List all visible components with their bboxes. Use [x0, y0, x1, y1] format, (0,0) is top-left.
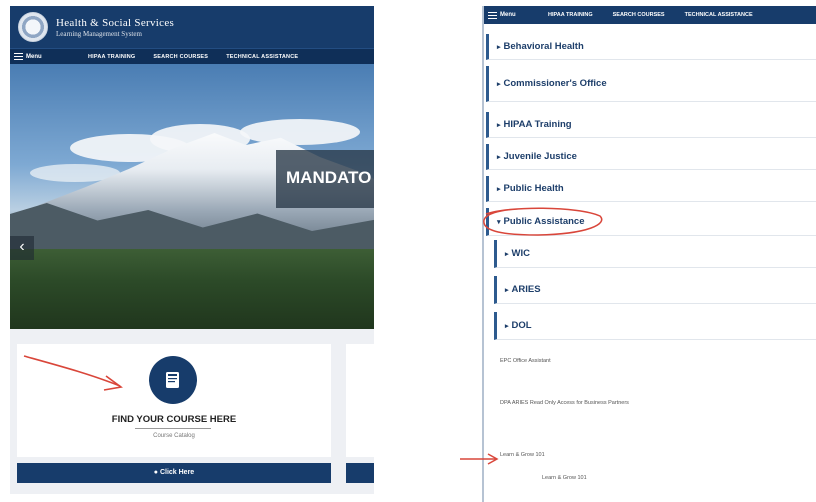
accordion-label: Public Health: [503, 183, 564, 194]
sub-course-learn-grow[interactable]: Learn & Grow 101: [542, 475, 587, 481]
menu-label: Menu: [26, 53, 42, 60]
accordion-label: Public Assistance: [503, 216, 585, 227]
accordion-public-health[interactable]: ▸ Public Health: [486, 176, 816, 202]
course-catalog-screenshot: Menu HIPAA TRAINING SEARCH COURSES TECHN…: [482, 6, 816, 502]
course-link-dpa-aries[interactable]: DPA ARIES Read Only Access for Business …: [500, 400, 629, 406]
sub-accordion-dol[interactable]: ▸ DOL: [494, 312, 816, 340]
nav-search-courses[interactable]: SEARCH COURSES: [613, 12, 665, 18]
book-icon: [149, 356, 197, 404]
accordion-label: Behavioral Health: [503, 41, 584, 52]
nav-hipaa-training[interactable]: HIPAA TRAINING: [88, 54, 135, 60]
chevron-icon: ▸: [497, 153, 501, 161]
course-link-learn-grow[interactable]: Learn & Grow 101: [500, 452, 545, 458]
accordion-behavioral-health[interactable]: ▸ Behavioral Health: [486, 34, 816, 60]
sub-accordion-aries[interactable]: ▸ ARIES: [494, 276, 816, 304]
catalog-nav: Menu HIPAA TRAINING SEARCH COURSES TECHN…: [484, 6, 816, 24]
lms-home-screenshot: Health & Social Services Learning Manage…: [10, 6, 374, 494]
second-card-button[interactable]: [346, 463, 374, 483]
card-title: FIND YOUR COURSE HERE: [111, 414, 237, 425]
nav-hipaa-training[interactable]: HIPAA TRAINING: [548, 12, 593, 18]
accordion-hipaa-training[interactable]: ▸ HIPAA Training: [486, 112, 816, 138]
site-header: Health & Social Services Learning Manage…: [10, 6, 374, 48]
accordion-juvenile-justice[interactable]: ▸ Juvenile Justice: [486, 144, 816, 170]
chevron-icon: ▸: [505, 322, 509, 330]
nav-search-courses[interactable]: SEARCH COURSES: [153, 54, 208, 60]
carousel-prev-button[interactable]: ‹: [10, 236, 34, 260]
state-seal-logo[interactable]: [18, 12, 48, 42]
chevron-icon: ▸: [497, 43, 501, 51]
hamburger-icon: [488, 11, 497, 19]
click-here-button[interactable]: ● Click Here: [17, 463, 331, 483]
hamburger-icon: [14, 53, 23, 60]
site-title-line2: Learning Management System: [56, 29, 142, 38]
accordion-label: WIC: [511, 248, 530, 259]
chevron-icon: ▸: [497, 80, 501, 88]
menu-button[interactable]: Menu: [488, 11, 528, 19]
course-catalog-card[interactable]: FIND YOUR COURSE HERE Course Catalog: [17, 344, 331, 457]
accordion-public-assistance[interactable]: ▾ Public Assistance: [486, 208, 816, 236]
accordion-label: HIPAA Training: [503, 119, 572, 130]
card-subtitle: Course Catalog: [153, 433, 195, 439]
main-nav: Menu HIPAA TRAINING SEARCH COURSES TECHN…: [10, 48, 374, 64]
course-link-epc-office-assistant[interactable]: EPC Office Assistant: [500, 358, 551, 364]
chevron-icon: ▸: [497, 121, 501, 129]
sub-accordion-wic[interactable]: ▸ WIC: [494, 240, 816, 268]
accordion-label: ARIES: [511, 284, 541, 295]
chevron-icon: ▸: [497, 185, 501, 193]
accordion-label: Juvenile Justice: [503, 151, 577, 162]
chevron-down-icon: ▾: [497, 218, 501, 226]
menu-label: Menu: [500, 12, 516, 18]
accordion-label: Commissioner's Office: [503, 78, 607, 89]
site-title-line1: Health & Social Services: [56, 16, 175, 29]
chevron-icon: ▸: [505, 250, 509, 258]
accordion-commissioners-office[interactable]: ▸ Commissioner's Office: [486, 66, 816, 102]
site-title[interactable]: Health & Social Services Learning Manage…: [56, 17, 174, 38]
hero-caption: MANDATO: [276, 150, 374, 208]
hero-carousel[interactable]: MANDATO ‹: [10, 64, 374, 329]
chevron-icon: ▸: [505, 286, 509, 294]
menu-button[interactable]: Menu: [14, 53, 70, 60]
accordion-label: DOL: [511, 320, 532, 331]
divider: [135, 428, 211, 429]
nav-technical-assistance[interactable]: TECHNICAL ASSISTANCE: [685, 12, 753, 18]
second-card[interactable]: [346, 344, 374, 457]
nav-technical-assistance[interactable]: TECHNICAL ASSISTANCE: [226, 54, 298, 60]
